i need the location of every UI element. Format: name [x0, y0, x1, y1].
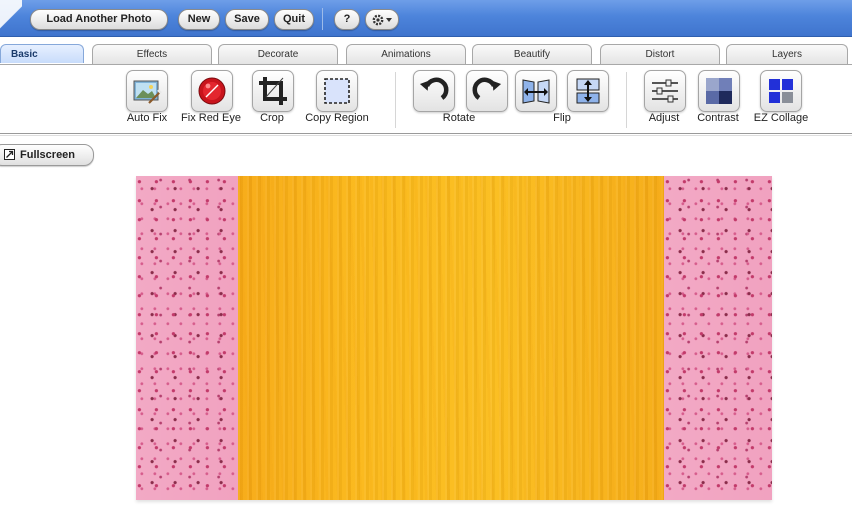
tool-group-separator — [395, 72, 396, 128]
fullscreen-icon — [4, 149, 15, 160]
auto-fix-button[interactable] — [126, 70, 168, 112]
fix-red-eye-label: Fix Red Eye — [181, 112, 241, 124]
tab-baseline — [0, 64, 852, 65]
auto-fix-icon — [133, 80, 162, 104]
ez-collage-button[interactable] — [760, 70, 802, 112]
copy-region-button[interactable] — [316, 70, 358, 112]
flip-vertical-button[interactable] — [567, 70, 609, 112]
adjust-button[interactable] — [644, 70, 686, 112]
settings-dropdown-button[interactable] — [365, 9, 399, 30]
left-floral-pattern — [136, 176, 238, 500]
flip-label: Flip — [553, 112, 571, 124]
flip-horizontal-button[interactable] — [515, 70, 557, 112]
fix-red-eye-button[interactable] — [191, 70, 233, 112]
crop-button[interactable] — [252, 70, 294, 112]
contrast-label: Contrast — [697, 112, 739, 124]
toolrow-divider — [0, 133, 852, 134]
tab-basic[interactable]: Basic — [0, 44, 84, 63]
copy-region-label: Copy Region — [305, 112, 369, 124]
tab-decorate[interactable]: Decorate — [218, 44, 338, 64]
rotate-right-button[interactable] — [466, 70, 508, 112]
crop-icon — [259, 77, 287, 105]
contrast-icon — [706, 78, 732, 104]
save-button[interactable]: Save — [225, 9, 269, 30]
flip-horizontal-icon — [522, 79, 550, 104]
category-tabs: Basic Effects Decorate Animations Beauti… — [0, 42, 852, 66]
ez-collage-label: EZ Collage — [753, 112, 809, 124]
toolbar-corner-decoration — [0, 0, 22, 36]
help-button[interactable]: ? — [334, 9, 360, 30]
rotate-left-icon — [419, 77, 449, 100]
yellow-center-texture — [238, 176, 664, 500]
fullscreen-label: Fullscreen — [20, 149, 76, 161]
tab-distort[interactable]: Distort — [600, 44, 720, 64]
sliders-icon — [652, 79, 678, 103]
toolbar-separator — [322, 8, 323, 30]
new-button[interactable]: New — [178, 9, 220, 30]
auto-fix-label: Auto Fix — [126, 112, 168, 124]
tool-group-separator — [626, 72, 627, 128]
gear-icon — [372, 14, 392, 26]
tab-layers[interactable]: Layers — [726, 44, 848, 64]
rotate-label: Rotate — [442, 112, 476, 124]
contrast-button[interactable] — [698, 70, 740, 112]
red-eye-icon — [198, 77, 226, 105]
tab-effects[interactable]: Effects — [92, 44, 212, 64]
crop-label: Crop — [260, 112, 284, 124]
top-toolbar: Load Another Photo New Save Quit ? — [0, 0, 852, 37]
load-another-photo-button[interactable]: Load Another Photo — [30, 9, 168, 30]
rotate-left-button[interactable] — [413, 70, 455, 112]
collage-icon — [769, 79, 793, 103]
flip-vertical-icon — [576, 78, 600, 104]
rotate-right-icon — [472, 77, 502, 100]
toolrow-divider-shadow — [0, 135, 852, 136]
tab-animations[interactable]: Animations — [346, 44, 466, 64]
copy-region-icon — [324, 78, 350, 104]
adjust-label: Adjust — [648, 112, 680, 124]
basic-tools-row: Auto Fix Fix Red Eye Crop Copy Region Ro… — [0, 66, 852, 132]
right-floral-pattern — [664, 176, 772, 500]
photo-canvas[interactable] — [136, 176, 772, 500]
quit-button[interactable]: Quit — [274, 9, 314, 30]
tab-beautify[interactable]: Beautify — [472, 44, 592, 64]
fullscreen-button[interactable]: Fullscreen — [0, 144, 94, 166]
